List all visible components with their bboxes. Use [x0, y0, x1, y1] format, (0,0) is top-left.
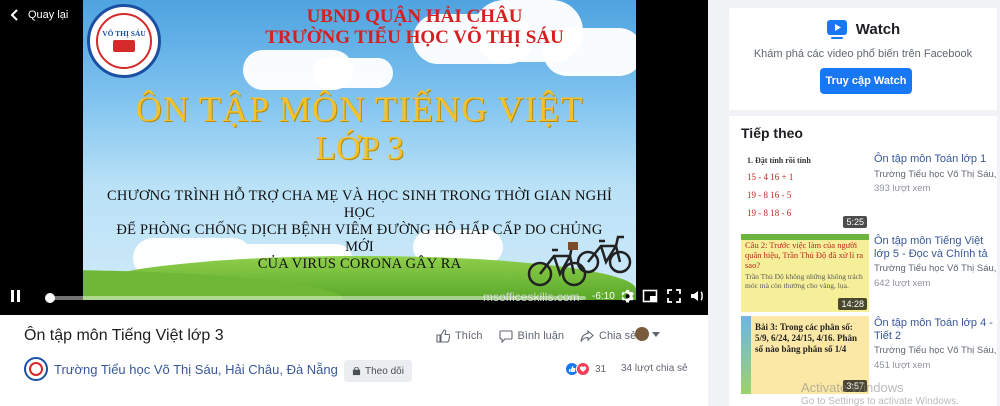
right-sidebar: Watch Khám phá các video phổ biến trên F… — [708, 0, 1000, 406]
avatar — [635, 327, 649, 341]
channel-name-link[interactable]: Trường Tiểu học Võ Thị Sáu, Hải Châu, Đà… — [54, 362, 338, 377]
next-video-title[interactable]: Ôn tập môn Tiếng Việt lớp 5 - Đọc và Chí… — [874, 235, 997, 261]
player-controls: -6:10 — [0, 282, 708, 310]
next-video-views: 642 lượt xem — [874, 278, 931, 289]
slide-header-line1: UBND QUẬN HẢI CHÂU — [306, 6, 523, 27]
miniplayer-icon[interactable] — [642, 288, 658, 304]
slide-description-line1: CHƯƠNG TRÌNH HỖ TRỢ CHA MẸ VÀ HỌC SINH T… — [106, 188, 613, 221]
gear-icon[interactable] — [618, 288, 634, 304]
time-remaining: -6:10 — [592, 291, 615, 302]
thumb-text: 15 - 4 16 + 1 — [747, 172, 794, 182]
back-button[interactable]: Quay lại — [8, 8, 68, 22]
channel-avatar[interactable] — [24, 357, 48, 381]
next-video-channel: Trường Tiểu học Võ Thị Sáu, ... — [874, 263, 997, 274]
seal-text: VÕ THỊ SÁU — [102, 28, 146, 38]
duration-badge: 5:25 — [843, 216, 867, 228]
video-thumbnail[interactable]: Câu 2: Trước việc làm của người quân hiệ… — [741, 234, 869, 312]
pause-icon[interactable] — [10, 290, 22, 302]
school-seal-logo: VÕ THỊ SÁU — [87, 4, 161, 78]
share-count[interactable]: 34 lượt chia sẻ — [621, 363, 688, 374]
thumb-text: 19 - 8 18 - 6 — [747, 208, 792, 218]
next-video-views: 393 lượt xem — [874, 183, 931, 194]
follow-button[interactable]: Theo dõi — [344, 360, 412, 382]
video-frame[interactable]: VÕ THỊ SÁU UBND QUẬN HẢI CHÂU TRƯỜNG TIỂ… — [83, 0, 636, 300]
up-next-panel: Tiếp theo 1. Đặt tính rồi tính 15 - 4 16… — [729, 116, 997, 406]
share-label: Chia sẻ — [599, 330, 637, 342]
slide-subject-line2: LỚP 3 — [315, 130, 404, 167]
facebook-video-page: Quay lại VÕ THỊ SÁU UBND QUẬN HẢI CHÂU T… — [0, 0, 1000, 406]
follow-label: Theo dõi — [365, 365, 404, 377]
share-arrow-icon — [580, 329, 594, 342]
video-actions: Thích Bình luận Chia sẻ — [436, 329, 636, 343]
comment-button[interactable]: Bình luận — [498, 329, 564, 343]
list-item[interactable]: 1. Đặt tính rồi tính 15 - 4 16 + 1 19 - … — [741, 152, 997, 232]
list-item[interactable]: Câu 2: Trước việc làm của người quân hiệ… — [741, 234, 997, 314]
watch-description: Khám phá các video phổ biến trên Faceboo… — [753, 48, 973, 60]
next-video-title[interactable]: Ôn tập môn Toán lớp 4 - Tiết 2 — [874, 317, 997, 343]
volume-icon[interactable] — [690, 288, 706, 304]
watch-play-icon — [826, 20, 847, 39]
back-label: Quay lại — [28, 9, 69, 21]
love-reaction-icon — [576, 362, 590, 376]
like-button[interactable]: Thích — [436, 329, 483, 343]
thumb-text: 1. Đặt tính rồi tính — [747, 156, 811, 165]
thumb-text: Bài 3: Trong các phân số: 5/9, 6/24, 24/… — [755, 322, 858, 354]
video-thumbnail[interactable]: 1. Đặt tính rồi tính 15 - 4 16 + 1 19 - … — [741, 152, 869, 230]
thumb-text: Trần Thủ Độ không những không trách móc … — [745, 272, 863, 290]
follow-icon — [352, 366, 361, 375]
next-video-title[interactable]: Ôn tập môn Toán lớp 1 — [874, 153, 997, 166]
next-video-views: 451 lượt xem — [874, 360, 931, 371]
chevron-left-icon — [10, 9, 18, 21]
video-title: Ôn tập môn Tiếng Việt lớp 3 — [24, 327, 224, 344]
visit-watch-button[interactable]: Truy cập Watch — [820, 68, 912, 94]
slide-header-line2: TRƯỜNG TIỂU HỌC VÕ THỊ SÁU — [265, 27, 564, 48]
progress-knob[interactable] — [45, 293, 55, 303]
next-video-channel: Trường Tiểu học Võ Thị Sáu, ... — [874, 345, 997, 356]
share-button[interactable]: Chia sẻ — [580, 329, 636, 343]
reaction-count: 31 — [595, 363, 607, 375]
up-next-heading: Tiếp theo — [741, 125, 803, 141]
thumbs-up-icon — [436, 329, 450, 343]
expand-icon[interactable] — [666, 288, 682, 304]
reactions-summary[interactable]: 31 — [565, 362, 606, 376]
slide-subject-line1: ÔN TẬP MÔN TIẾNG VIỆT — [135, 89, 584, 129]
comment-icon — [498, 330, 513, 343]
progress-bar[interactable] — [45, 293, 586, 303]
activate-windows-title: Activate Windows — [801, 380, 904, 395]
watch-title: Watch — [855, 20, 901, 38]
cloud-shape — [313, 58, 393, 88]
like-label: Thích — [455, 330, 483, 342]
comment-label: Bình luận — [517, 330, 564, 342]
thumb-text: 19 - 8 16 - 5 — [747, 190, 792, 200]
audience-selector[interactable] — [635, 327, 660, 341]
thumb-text: Câu 2: Trước việc làm của người quân hiệ… — [745, 240, 864, 270]
next-video-channel: Trường Tiểu học Võ Thị Sáu, ... — [874, 169, 997, 180]
watch-card: Watch Khám phá các video phổ biến trên F… — [729, 8, 997, 110]
video-player[interactable]: Quay lại VÕ THỊ SÁU UBND QUẬN HẢI CHÂU T… — [0, 0, 708, 315]
duration-badge: 14:28 — [838, 298, 867, 310]
video-info-bar: Ôn tập môn Tiếng Việt lớp 3 Thích Bình l… — [0, 315, 708, 406]
activate-windows-subtitle: Go to Settings to activate Windows. — [801, 396, 959, 406]
chevron-down-icon — [652, 331, 660, 337]
